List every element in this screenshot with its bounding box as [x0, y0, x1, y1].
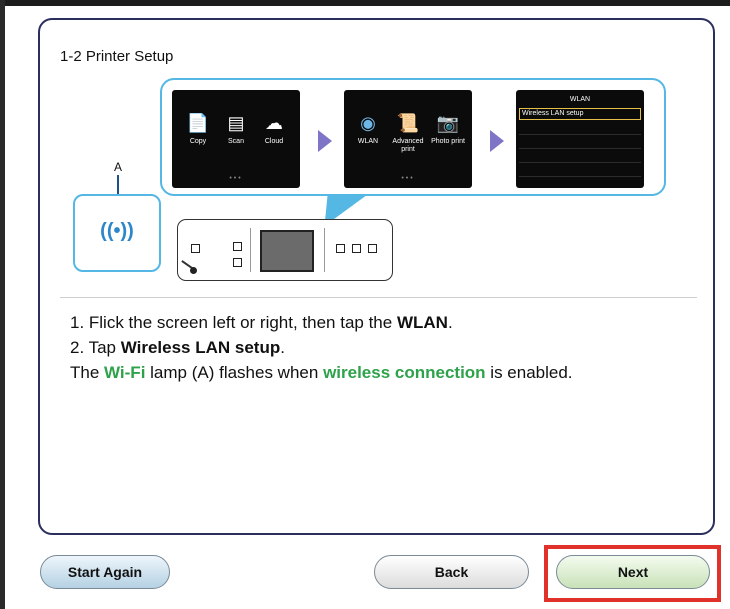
list-divider	[519, 176, 641, 177]
marker-a-label: A	[114, 160, 123, 174]
home-screen-2: ◉ WLAN 📜 Advanced print 📷 Photo print ••…	[344, 90, 472, 188]
next-button[interactable]: Next	[556, 555, 710, 589]
panel-divider	[324, 228, 325, 272]
wlan-screen-title: WLAN	[569, 96, 591, 103]
page-title: 1-2 Printer Setup	[60, 48, 174, 65]
instructions: 1. Flick the screen left or right, then …	[70, 310, 690, 385]
scan-icon: ▤	[227, 113, 245, 133]
page-dots: •••	[229, 175, 243, 182]
wifi-lamp	[190, 267, 197, 274]
next-arrow-icon	[490, 130, 504, 152]
panel-button	[368, 244, 377, 253]
touchscreen-illustration: 📄 Copy ▤ Scan ☁ Cloud ••• ◉ WLAN 📜 Advan…	[160, 78, 666, 196]
instruction-step-1: 1. Flick the screen left or right, then …	[70, 313, 453, 332]
app-advanced-print: 📜 Advanced print	[390, 112, 426, 154]
wifi-lamp-callout: ((•))	[73, 194, 161, 272]
photo-print-icon: 📷	[436, 113, 460, 133]
panel-button	[191, 244, 200, 253]
panel-button	[233, 258, 242, 267]
wlan-screen: WLAN Wireless LAN setup	[516, 90, 644, 188]
page-dots: •••	[401, 175, 415, 182]
panel-button	[352, 244, 361, 253]
app-scan: ▤ Scan	[218, 112, 254, 146]
back-button[interactable]: Back	[374, 555, 529, 589]
start-again-button[interactable]: Start Again	[40, 555, 170, 589]
instruction-step-2: 2. Tap Wireless LAN setup.	[70, 338, 285, 357]
wireless-lan-setup-item: Wireless LAN setup	[519, 108, 641, 120]
list-divider	[519, 134, 641, 135]
copy-icon: 📄	[186, 113, 210, 133]
list-divider	[519, 162, 641, 163]
content-panel: 1-2 Printer Setup 📄 Copy ▤ Scan ☁ Cloud …	[38, 18, 715, 535]
panel-button	[233, 242, 242, 251]
window-top-edge	[0, 0, 730, 6]
panel-touchscreen	[260, 230, 314, 272]
list-divider	[519, 148, 641, 149]
panel-divider	[250, 228, 251, 272]
wifi-icon: ((•))	[100, 220, 134, 242]
next-arrow-icon	[318, 130, 332, 152]
wlan-icon: ◉	[360, 113, 376, 133]
app-photo-print: 📷 Photo print	[431, 113, 465, 145]
app-wlan: ◉ WLAN	[350, 112, 386, 146]
panel-button	[336, 244, 345, 253]
printer-control-panel	[177, 219, 393, 281]
window-left-edge	[0, 0, 5, 609]
app-cloud: ☁ Cloud	[256, 112, 292, 146]
home-screen-1: 📄 Copy ▤ Scan ☁ Cloud •••	[172, 90, 300, 188]
advanced-print-icon: 📜	[396, 113, 420, 133]
section-divider	[60, 297, 697, 298]
instruction-note: The Wi-Fi lamp (A) flashes when wireless…	[70, 363, 573, 382]
app-copy: 📄 Copy	[180, 112, 216, 146]
cloud-icon: ☁	[265, 113, 283, 133]
